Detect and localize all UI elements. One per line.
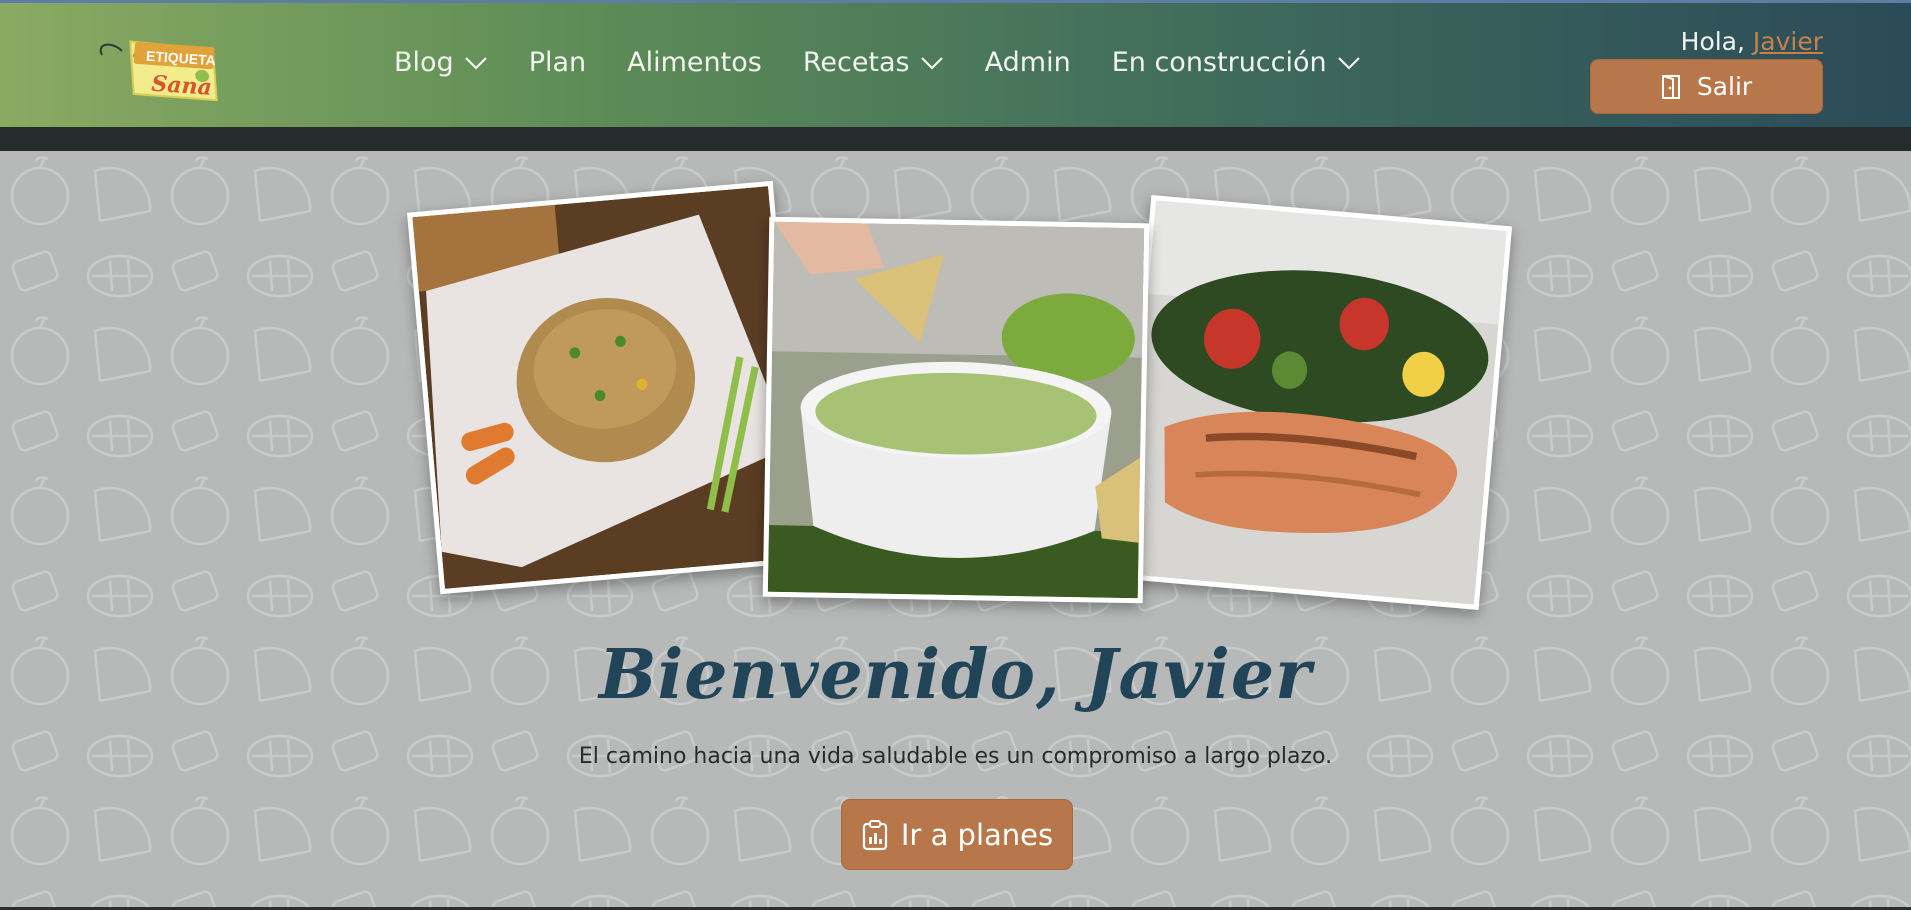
go-to-plans-label: Ir a planes [900, 817, 1054, 852]
nav-item-label: En construcción [1111, 47, 1327, 78]
nav-shadow-bar [0, 127, 1911, 151]
nav-item-plan[interactable]: Plan [529, 47, 586, 78]
photo-fried-rice [407, 180, 806, 595]
main-nav: Blog Plan Alimentos Recetas Admin En con… [394, 47, 1402, 78]
logo-tag-icon: ETIQUETA Sana [99, 40, 218, 102]
fried-rice-image [412, 186, 801, 589]
nav-item-blog[interactable]: Blog [394, 47, 488, 78]
nav-item-label: Alimentos [627, 47, 762, 78]
greeting-text: Hola, [1680, 27, 1745, 56]
photo-salmon-salad [1117, 194, 1513, 611]
clipboard-chart-icon [862, 819, 887, 850]
navbar: ETIQUETA Sana Blog Plan Alimentos Receta… [0, 3, 1911, 127]
green-dip-image [767, 221, 1145, 599]
go-to-plans-button[interactable]: Ir a planes [841, 799, 1073, 870]
nav-item-en-construccion[interactable]: En construcción [1112, 47, 1361, 78]
nav-item-alimentos[interactable]: Alimentos [627, 47, 762, 78]
photo-green-dip [762, 216, 1150, 604]
logout-label: Salir [1696, 72, 1753, 101]
nav-item-recetas[interactable]: Recetas [803, 47, 944, 78]
nav-item-label: Admin [984, 47, 1071, 78]
logout-button[interactable]: Salir [1590, 59, 1823, 114]
chevron-down-icon [920, 56, 943, 70]
logo[interactable]: ETIQUETA Sana [94, 23, 234, 123]
nav-item-label: Recetas [802, 47, 910, 78]
chevron-down-icon [464, 56, 487, 70]
user-greeting: Hola, Javier [1681, 27, 1823, 56]
page-subtitle: El camino hacia una vida saludable es un… [578, 744, 1333, 769]
nav-item-label: Blog [394, 47, 454, 78]
page-title: Bienvenido, Javier [599, 635, 1312, 715]
door-icon [1661, 74, 1680, 99]
user-profile-link[interactable]: Javier [1753, 27, 1823, 56]
nav-item-label: Plan [528, 47, 587, 78]
nav-item-admin[interactable]: Admin [985, 47, 1071, 78]
salmon-salad-image [1123, 200, 1507, 605]
chevron-down-icon [1337, 56, 1360, 70]
